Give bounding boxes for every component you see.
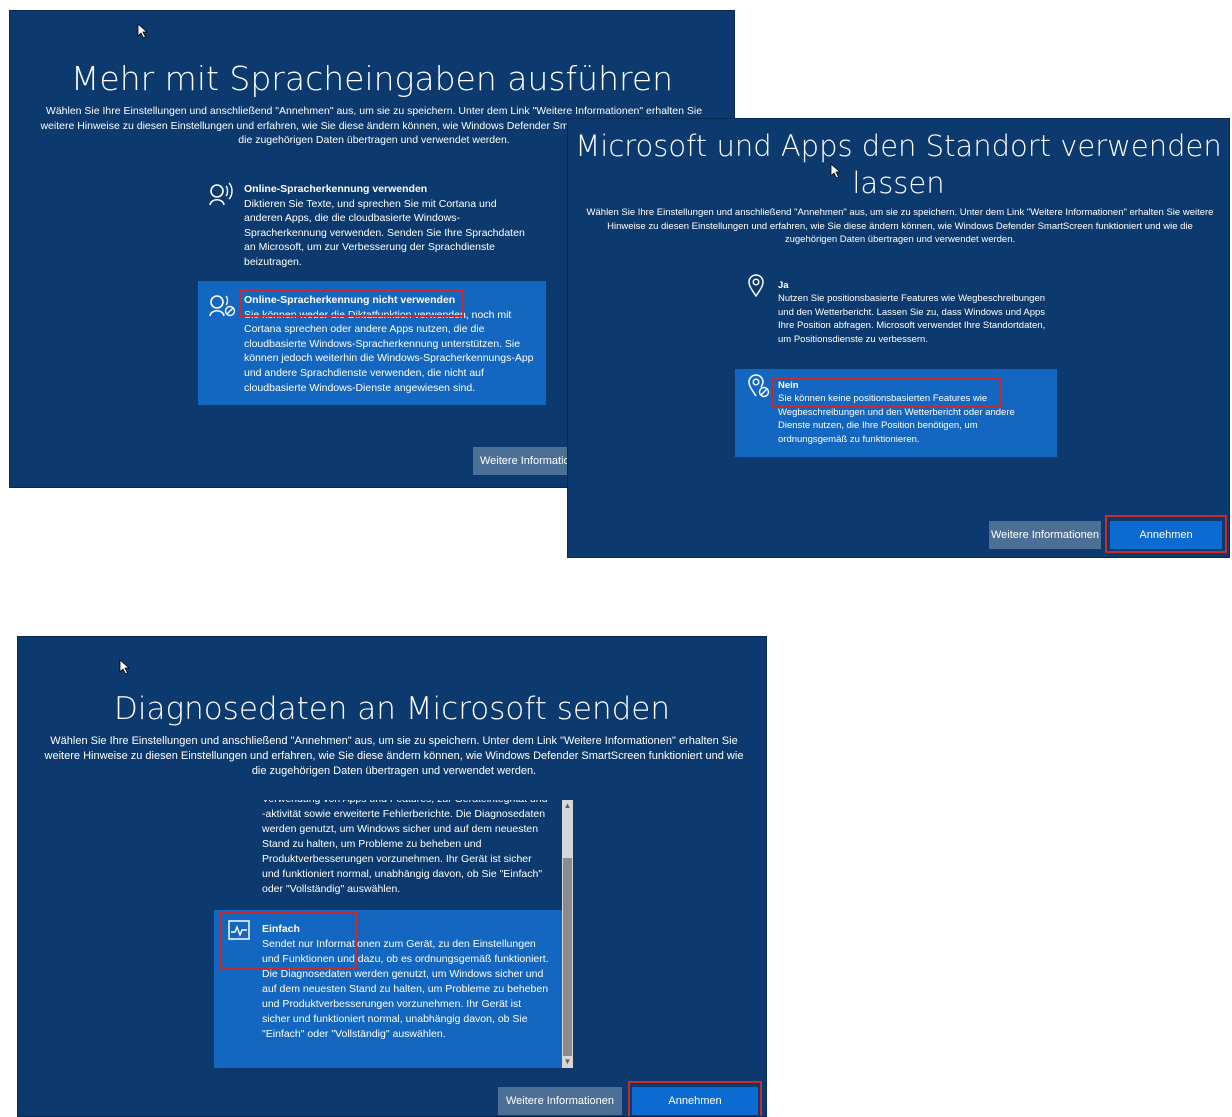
option-location-yes[interactable]: Ja Nutzen Sie positionsbasierte Features… (735, 269, 1057, 361)
option-description: Sie können weder die Diktatfunktion verw… (244, 308, 534, 394)
page-title-line1: Microsoft und Apps den Standort verwende… (575, 129, 1222, 163)
mouse-pointer-icon (830, 163, 842, 179)
option-title: Online-Spracherkennung nicht verwenden (244, 294, 456, 306)
option-online-speech[interactable]: Online-Spracherkennung verwenden Diktier… (198, 179, 546, 275)
option-title: Nein (778, 380, 799, 391)
location-panel: Microsoft und Apps den Standort verwende… (567, 118, 1230, 558)
scroll-down-arrow-icon[interactable]: ▼ (562, 1056, 573, 1068)
scrollbar[interactable]: ▲ ▼ (562, 800, 573, 1068)
options-scroll-list[interactable]: Verwendung von Apps und Features, zur Ge… (214, 800, 576, 1068)
mouse-pointer-icon (119, 659, 131, 675)
more-info-button[interactable]: Weitere Informationen (989, 521, 1101, 549)
page-title: Diagnosedaten an Microsoft senden (113, 691, 671, 727)
option-description: Sendet nur Informationen zum Gerät, zu d… (262, 938, 549, 1040)
location-off-icon (748, 374, 770, 398)
speech-off-icon (209, 295, 236, 317)
page-description: Wählen Sie Ihre Einstellungen und anschl… (44, 735, 744, 777)
option-full[interactable]: Verwendung von Apps und Features, zur Ge… (214, 800, 562, 907)
option-description: Verwendung von Apps und Features, zur Ge… (262, 800, 547, 895)
page-title: Mehr mit Spracheingaben ausführen (70, 59, 674, 98)
location-pin-icon (748, 274, 764, 297)
option-no-online-speech[interactable]: Online-Spracherkennung nicht verwenden S… (198, 281, 546, 405)
page-title-line2: lassen (852, 166, 945, 200)
option-title: Online-Spracherkennung verwenden (244, 183, 428, 195)
page-title: Microsoft und Apps den Standort verwende… (568, 128, 1229, 202)
scroll-up-arrow-icon[interactable]: ▲ (562, 800, 573, 812)
speech-icon (209, 182, 233, 206)
diagnostics-panel: Diagnosedaten an Microsoft senden Wählen… (17, 636, 767, 1117)
option-title: Ja (778, 280, 789, 291)
option-description: Sie können keine positionsbasierten Feat… (778, 393, 1015, 445)
option-description: Diktieren Sie Texte, und sprechen Sie mi… (244, 197, 525, 268)
option-location-no[interactable]: Nein Sie können keine positionsbasierten… (735, 369, 1057, 457)
mouse-pointer-icon (137, 23, 149, 39)
accept-button[interactable]: Annehmen (1110, 521, 1222, 549)
option-description: Nutzen Sie positionsbasierte Features wi… (778, 293, 1046, 345)
option-title: Einfach (262, 923, 300, 935)
scrollbar-thumb[interactable] (563, 858, 572, 1056)
accept-button[interactable]: Annehmen (632, 1087, 758, 1115)
option-basic[interactable]: Einfach Sendet nur Informationen zum Ger… (214, 910, 562, 1068)
more-info-button[interactable]: Weitere Informationen (498, 1087, 622, 1115)
activity-chart-icon (228, 920, 250, 940)
page-description: Wählen Sie Ihre Einstellungen und anschl… (586, 207, 1214, 245)
